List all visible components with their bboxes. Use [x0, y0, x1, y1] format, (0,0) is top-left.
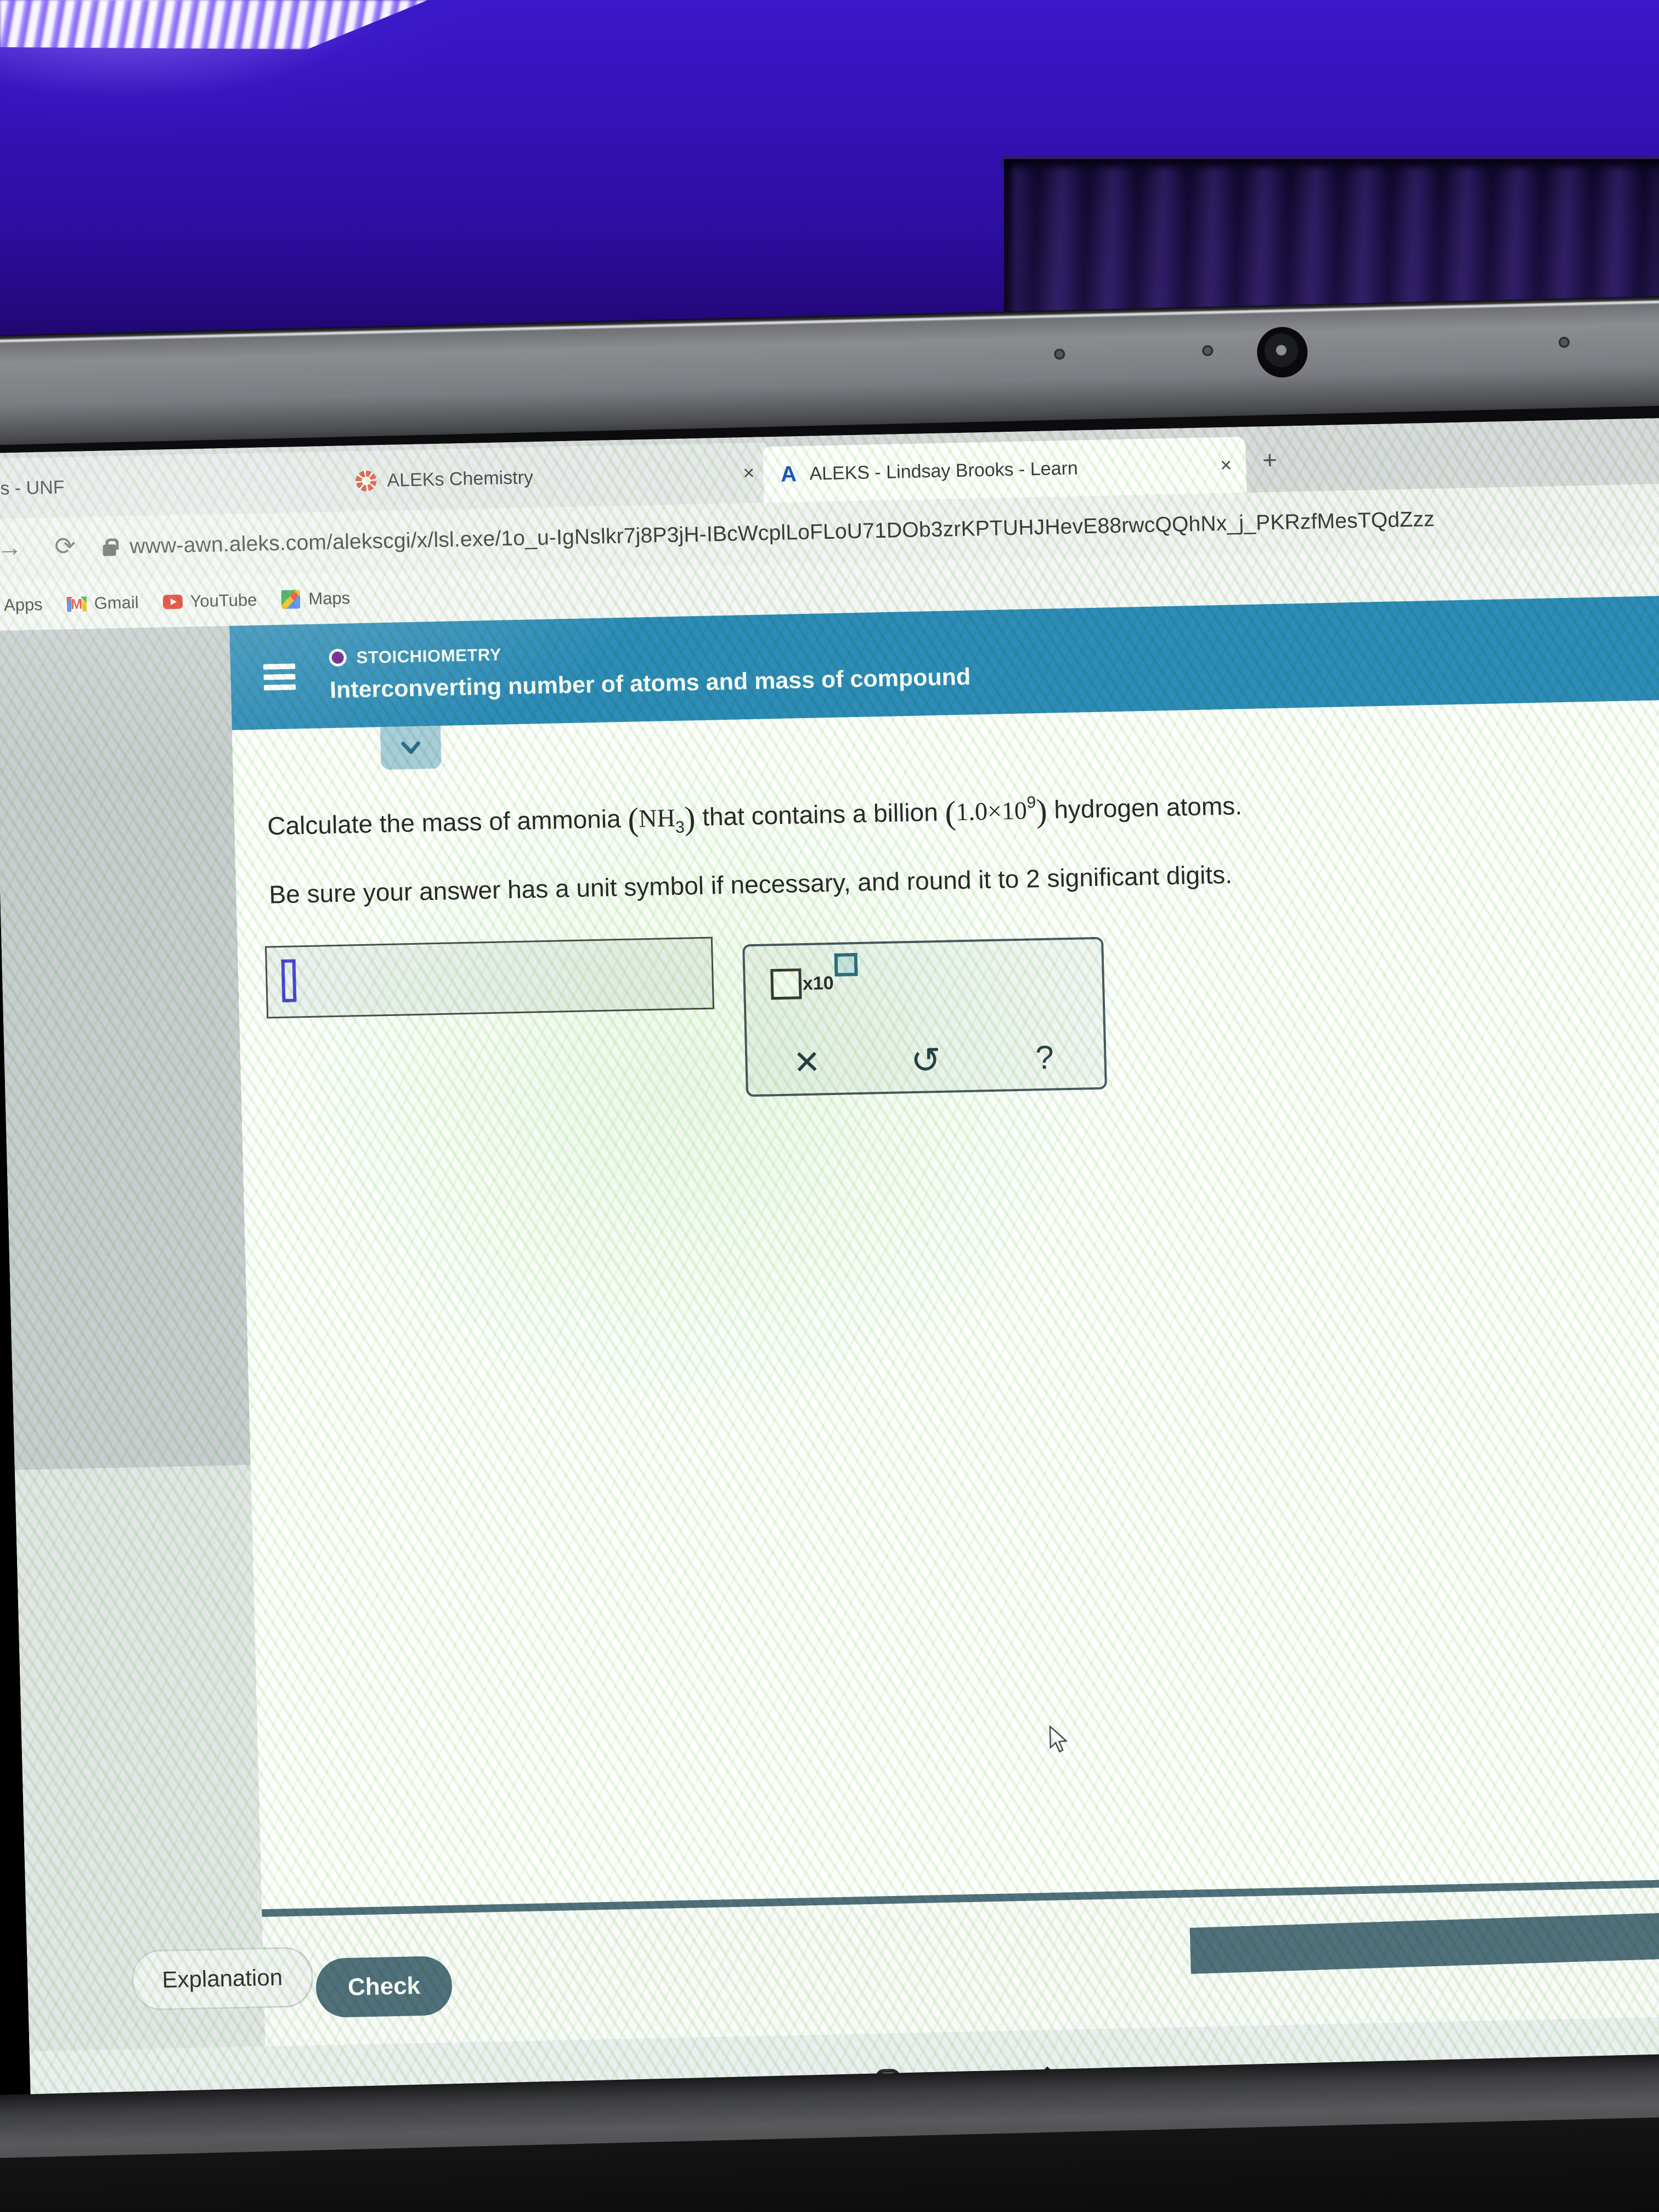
bookmark-gmail[interactable]: Gmail: [66, 592, 139, 614]
clear-button[interactable]: ✕: [747, 1032, 867, 1094]
exponent-placeholder-icon: [834, 953, 858, 977]
aleks-gear-icon: [355, 470, 377, 492]
check-button[interactable]: Check: [315, 1955, 453, 2018]
bookmark-label: Maps: [308, 588, 351, 608]
answer-caret-icon: [281, 959, 297, 1003]
question-part-a: Calculate the mass of ammonia: [267, 804, 622, 840]
scientific-notation-button[interactable]: x10: [770, 953, 858, 1000]
topic-label: STOICHIOMETRY: [356, 645, 502, 667]
tab-title: myWings - UNF: [0, 476, 65, 500]
bookmark-label: Apps: [3, 595, 43, 615]
bookmark-youtube[interactable]: YouTube: [162, 590, 257, 612]
browser-tab-aleks-learn[interactable]: A ALEKS - Lindsay Brooks - Learn ×: [763, 437, 1247, 503]
collapse-toggle-button[interactable]: [380, 725, 442, 770]
math-tool-palette: x10 ✕ ↺ ?: [742, 936, 1107, 1097]
multiply-sign: ×: [987, 797, 1002, 826]
value-base: 10: [1001, 796, 1028, 825]
x10-label: x10: [802, 972, 834, 995]
copyright-bar: © 2021 McGraw-Hill Educ: [1189, 1904, 1659, 1974]
google-maps-icon: [281, 589, 301, 610]
mouse-cursor-icon: [1049, 1725, 1068, 1753]
new-tab-button[interactable]: +: [1262, 445, 1277, 475]
aleks-a-icon: A: [780, 462, 797, 487]
topic-chip: STOICHIOMETRY: [329, 636, 970, 667]
mantissa-placeholder-icon: [770, 968, 802, 1000]
chevron-down-icon: [401, 741, 421, 754]
close-icon[interactable]: ×: [743, 461, 755, 484]
webcam-icon: [1256, 326, 1308, 379]
youtube-icon: [162, 592, 183, 612]
value-exponent: 9: [1026, 793, 1036, 812]
palette-actions: ✕ ↺ ?: [747, 1027, 1105, 1094]
mic-hole-right: [1558, 336, 1570, 348]
bookmark-apps[interactable]: Apps: [0, 595, 43, 616]
browser-tab-mywings[interactable]: myWings - UNF ×: [0, 450, 375, 521]
question-part-b: that contains a billion: [702, 797, 939, 831]
question-text: Calculate the mass of ammonia (NH3) that…: [267, 766, 1422, 924]
bookmark-maps[interactable]: Maps: [281, 588, 351, 610]
undo-button[interactable]: ↺: [866, 1029, 986, 1091]
bookmark-label: Gmail: [94, 592, 139, 613]
mic-hole-left: [1054, 348, 1065, 360]
question-part-c: hydrogen atoms.: [1053, 791, 1243, 824]
formula-text: NH: [638, 803, 676, 833]
gmail-icon: [66, 594, 87, 614]
help-button[interactable]: ?: [985, 1027, 1105, 1089]
photo-scene: myWings - UNF × ALEKs Chemistry × A ALEK…: [0, 0, 1659, 2212]
tab-title: ALEKs Chemistry: [386, 466, 534, 491]
tab-title: ALEKS - Lindsay Brooks - Learn: [809, 457, 1079, 484]
reload-icon[interactable]: ⟳: [54, 529, 76, 563]
mic-hole-mid: [1202, 345, 1214, 357]
topic-dot-icon: [329, 648, 347, 667]
answer-input[interactable]: [264, 936, 715, 1019]
action-bar-divider: [262, 1878, 1659, 1917]
lock-icon: [101, 538, 118, 557]
close-icon[interactable]: ×: [1220, 454, 1232, 477]
laptop-screen: myWings - UNF × ALEKs Chemistry × A ALEK…: [0, 417, 1659, 2104]
value-mantissa: 1.0: [955, 797, 988, 826]
formula-subscript: 3: [675, 818, 685, 837]
bookmark-label: YouTube: [190, 590, 257, 611]
aleks-page: STOICHIOMETRY Interconverting number of …: [0, 595, 1659, 2052]
page-title: Interconverting number of atoms and mass…: [329, 663, 971, 704]
url-text: www-awn.aleks.com/alekscgi/x/lsl.exe/1o_…: [129, 507, 1435, 558]
explanation-button[interactable]: Explanation: [131, 1946, 314, 2011]
aleks-content: STOICHIOMETRY Interconverting number of …: [131, 595, 1659, 2047]
hamburger-menu-icon[interactable]: [263, 658, 296, 695]
forward-icon[interactable]: →: [0, 531, 22, 564]
browser-tab-aleks-chemistry[interactable]: ALEKs Chemistry ×: [340, 442, 770, 512]
